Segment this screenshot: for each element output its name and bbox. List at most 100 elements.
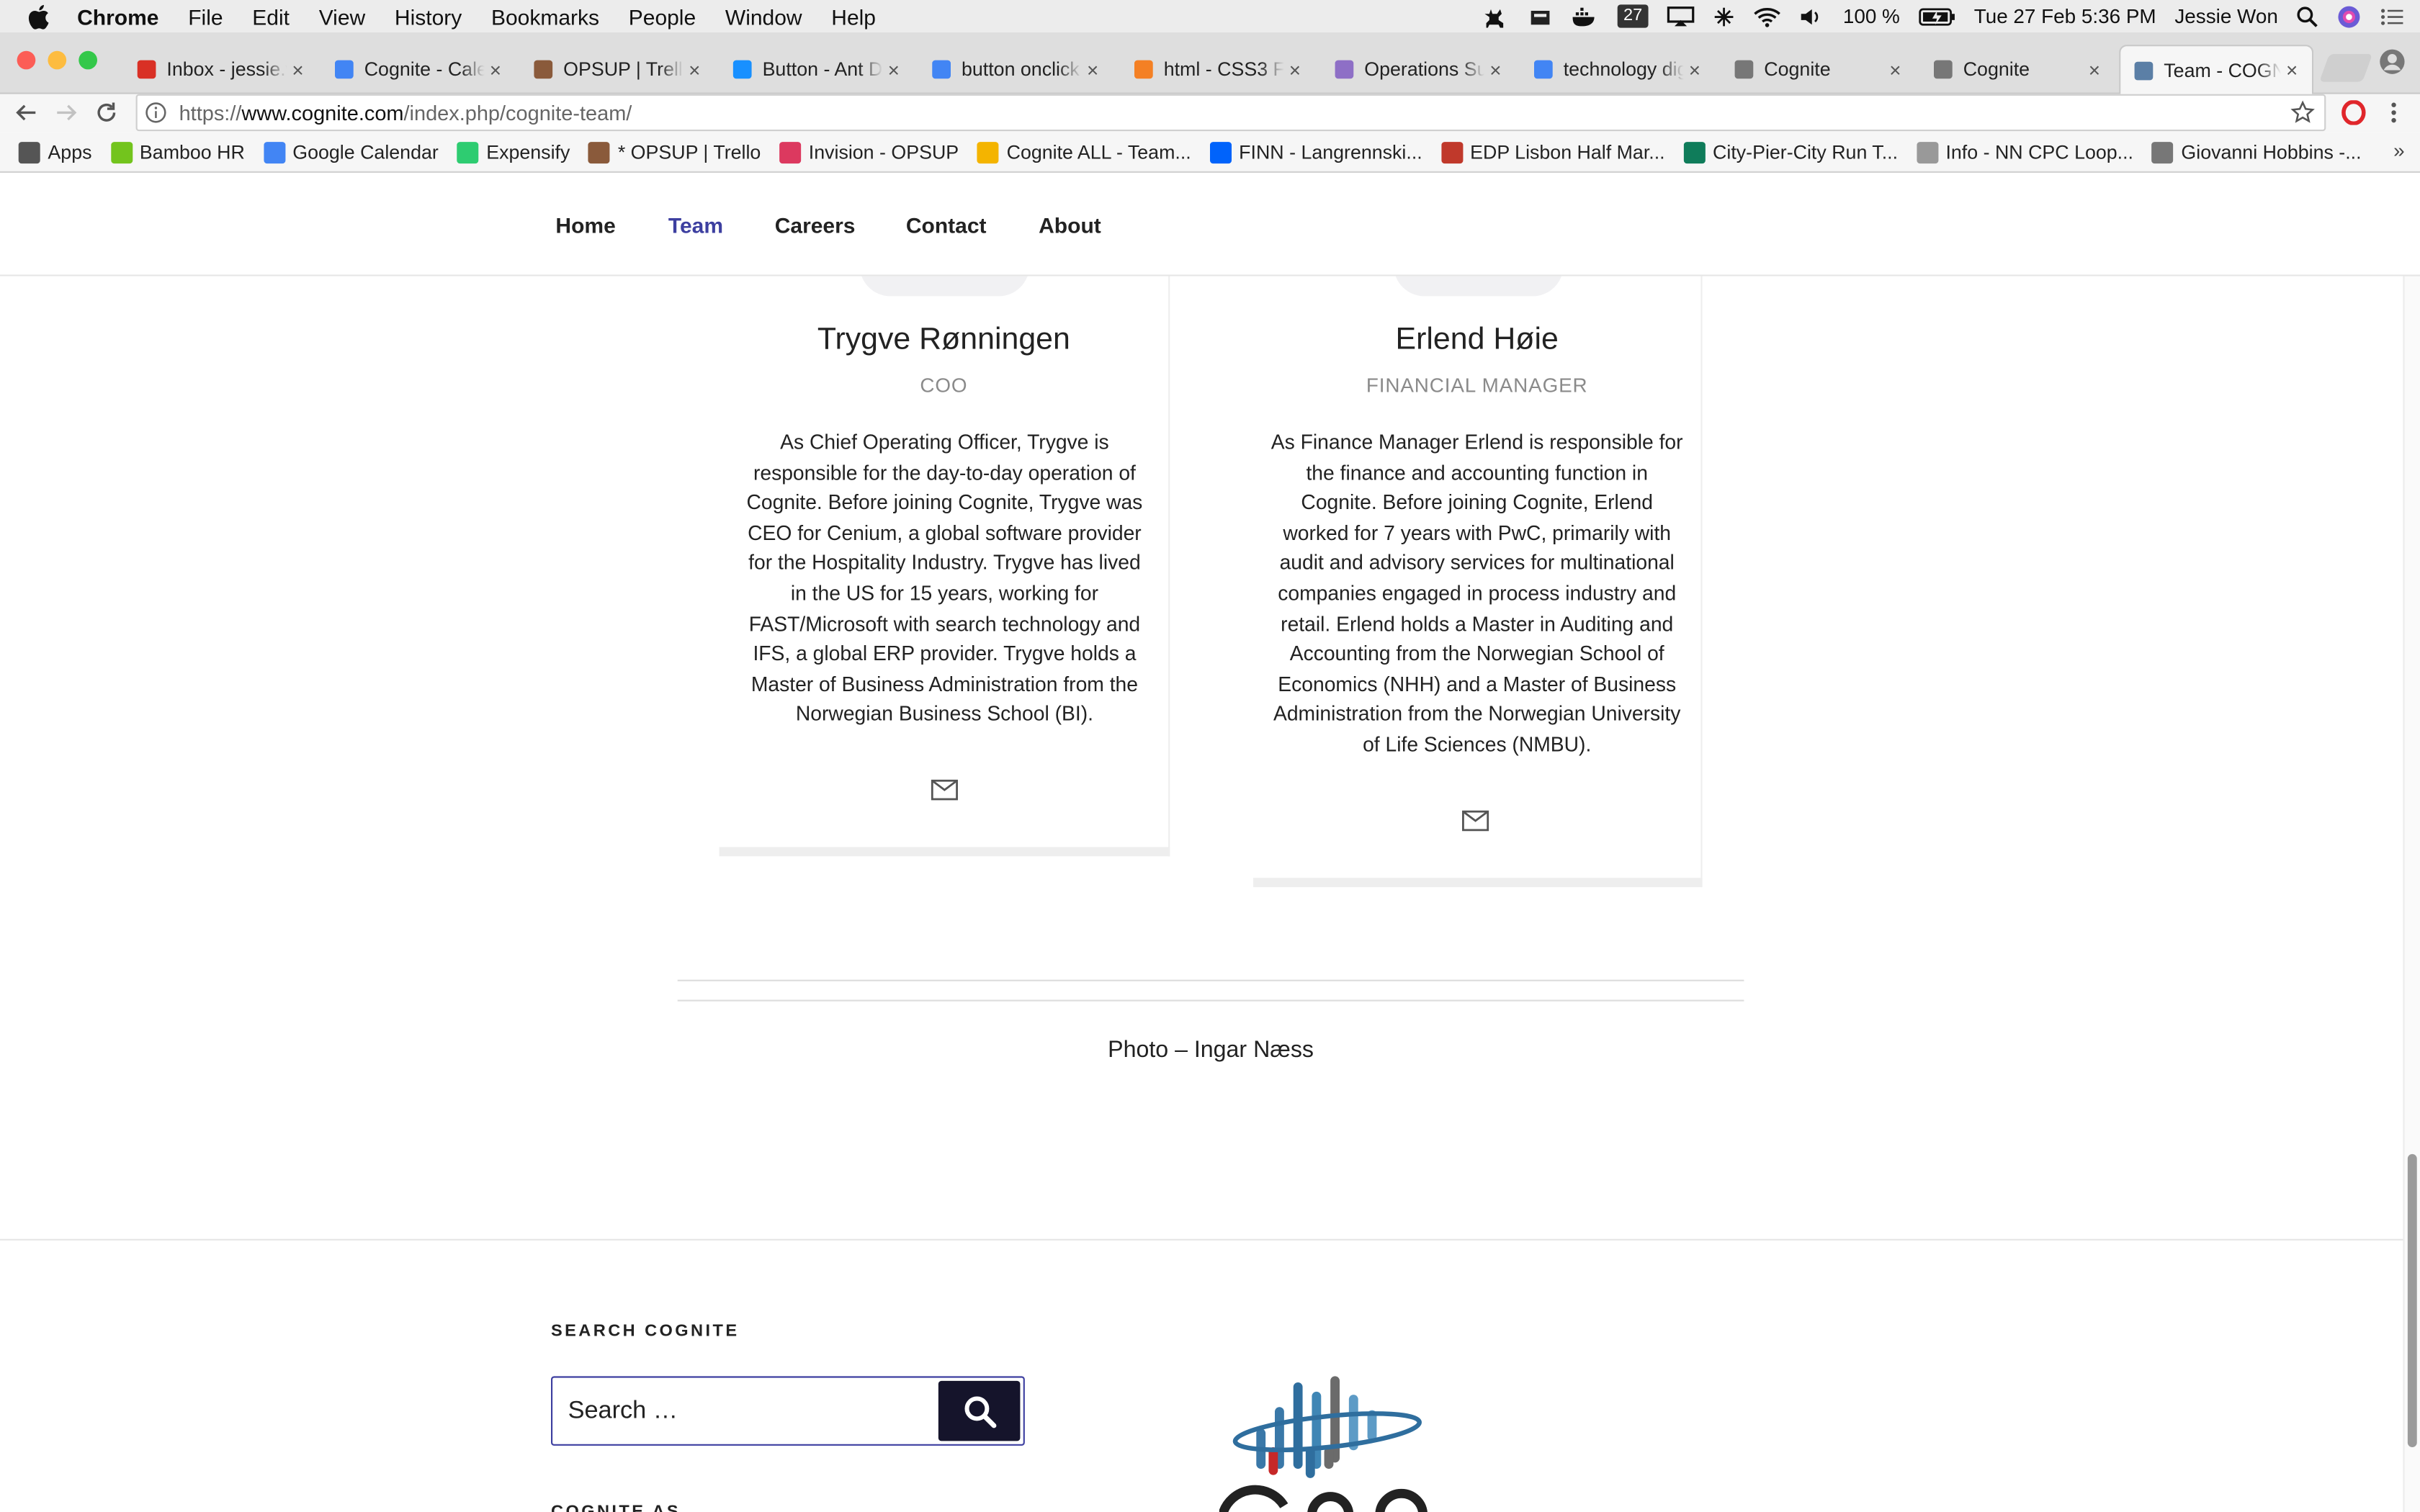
bookmark-label: FINN - Langrennski... [1239,141,1422,163]
calendar-icon [333,58,355,80]
volume-icon[interactable] [1800,6,1824,27]
tab-title: Operations Support [1364,58,1484,81]
menu-view[interactable]: View [319,4,365,28]
page-scrollbar[interactable] [2403,173,2420,1512]
menu-help[interactable]: Help [831,4,876,28]
user-name[interactable]: Jessie Won [2174,4,2278,27]
menu-app-name[interactable]: Chrome [77,4,158,28]
zoom-window-button[interactable] [79,50,97,70]
search-input[interactable] [552,1377,938,1444]
nav-home[interactable]: Home [555,213,615,238]
bookmark-star-icon[interactable] [2290,100,2315,125]
browser-tab[interactable]: OPSUP | Trello × [520,45,714,94]
notification-center-icon[interactable] [2380,6,2404,27]
bookmark-item[interactable]: * OPSUP | Trello [588,141,761,163]
browser-toolbar: https://www.cognite.com/index.php/cognit… [0,94,2420,133]
url-host: www.cognite.com [241,101,404,125]
bookmark-item[interactable]: Apps [18,141,91,163]
menu-edit[interactable]: Edit [252,4,290,28]
profile-icon[interactable] [2378,48,2406,76]
wifi-icon[interactable] [1754,6,1782,27]
close-tab-icon[interactable]: × [287,58,309,81]
nav-careers[interactable]: Careers [775,213,856,238]
bookmark-item[interactable]: Info - NN CPC Loop... [1916,141,2133,163]
browser-tab[interactable]: technology digital× [1520,45,1715,94]
close-tab-icon[interactable]: × [2281,58,2303,81]
chrome-menu-icon[interactable] [2385,100,2403,125]
info-icon[interactable] [145,102,166,123]
google-icon [931,58,952,80]
browser-tab[interactable]: Operations Support× [1321,45,1515,94]
browser-tab[interactable]: Team - COGNITE× [2119,45,2314,94]
url-path: /index.php/cognite-team/ [403,101,632,125]
email-icon[interactable] [931,779,959,801]
moose-icon[interactable] [1479,6,1510,27]
chevron-double-right-icon[interactable]: » [2393,139,2405,162]
close-window-button[interactable] [17,50,36,70]
menu-bookmarks[interactable]: Bookmarks [491,4,599,28]
reload-button[interactable] [91,97,122,128]
close-tab-icon[interactable]: × [883,58,905,81]
opera-extension-icon[interactable] [2341,100,2366,125]
battery-icon[interactable] [1919,7,1955,26]
browser-tab[interactable]: html - CSS3 Flexbox× [1121,45,1315,94]
bookmark-label: Expensify [486,141,570,163]
bookmark-item[interactable]: Expensify [457,141,570,163]
browser-tab[interactable]: Button - Ant Design× [720,45,914,94]
browser-tab[interactable]: Cognite - Calendar× [321,45,516,94]
browser-tab[interactable]: Cognite × [1721,45,1915,94]
nav-team[interactable]: Team [668,213,723,238]
menu-window[interactable]: Window [725,4,802,28]
close-tab-icon[interactable]: × [1284,58,1306,81]
company-widget-title: COGNITE AS [551,1503,681,1512]
bookmark-item[interactable]: FINN - Langrennski... [1209,141,1422,163]
tab-title: Cognite [1764,58,1831,81]
docker-icon[interactable] [1571,6,1599,27]
browser-tab[interactable]: Cognite × [1920,45,2115,94]
menu-people[interactable]: People [629,4,696,28]
airplay-icon[interactable] [1667,6,1695,27]
close-tab-icon[interactable]: × [1484,58,1506,81]
address-bar[interactable]: https://www.cognite.com/index.php/cognit… [135,94,2326,132]
menu-file[interactable]: File [188,4,223,28]
network-icon[interactable] [1713,6,1735,27]
bookmark-item[interactable]: Bamboo HR [110,141,245,163]
close-tab-icon[interactable]: × [485,58,506,81]
new-tab-button[interactable] [2319,54,2373,82]
nav-about[interactable]: About [1039,213,1101,238]
scrollbar-thumb[interactable] [2407,1153,2417,1447]
calendar-date-badge[interactable]: 27 [1617,4,1649,28]
close-tab-icon[interactable]: × [1082,58,1103,81]
close-tab-icon[interactable]: × [1884,58,1906,81]
page-icon [1733,58,1754,80]
menu-history[interactable]: History [395,4,462,28]
browser-tab[interactable]: button onclick × [918,45,1113,94]
cognite-logo[interactable] [1219,1361,1435,1512]
siri-icon[interactable] [2336,4,2361,28]
tab-title: Button - Ant Design [762,58,883,81]
close-tab-icon[interactable]: × [2084,58,2105,81]
forward-button[interactable] [51,97,82,128]
clock[interactable]: Tue 27 Feb 5:36 PM [1974,4,2156,27]
spotlight-search-icon[interactable] [2297,6,2318,27]
minimize-window-button[interactable] [48,50,67,70]
email-icon[interactable] [1461,810,1489,832]
bookmark-item[interactable]: City-Pier-City Run T... [1683,141,1898,163]
gmail-icon [136,58,158,80]
browser-tab[interactable]: Inbox - jessie.won@cognite× [123,45,318,94]
apple-icon[interactable] [28,0,56,32]
bookmark-item[interactable]: Google Calendar [263,141,439,163]
finn-icon [1209,141,1232,163]
bookmark-item[interactable]: EDP Lisbon Half Mar... [1440,141,1665,163]
edp-icon [1440,141,1463,163]
nav-contact[interactable]: Contact [906,213,987,238]
bookmark-item[interactable]: Giovanni Hobbins -... [2151,141,2362,163]
calendar-icon [263,141,285,163]
search-button[interactable] [938,1380,1021,1441]
box-icon[interactable] [1528,6,1552,27]
bookmark-item[interactable]: Cognite ALL - Team... [977,141,1191,163]
close-tab-icon[interactable]: × [684,58,705,81]
bookmark-item[interactable]: Invision - OPSUP [779,141,959,163]
close-tab-icon[interactable]: × [1684,58,1706,81]
back-button[interactable] [11,97,42,128]
